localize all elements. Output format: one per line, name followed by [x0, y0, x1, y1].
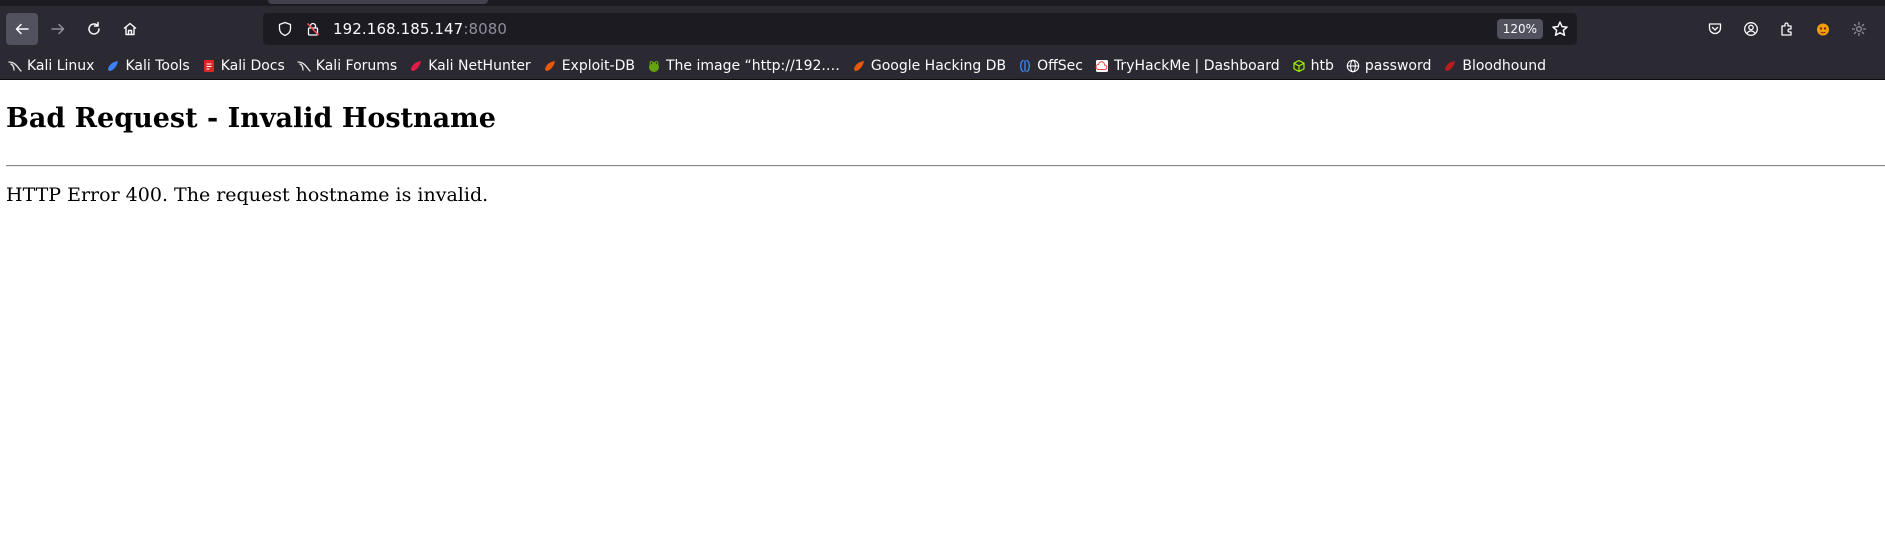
fox-icon	[1817, 23, 1829, 36]
exploit-db-icon	[852, 59, 866, 73]
page-content: Bad Request - Invalid Hostname HTTP Erro…	[0, 102, 1885, 206]
back-button[interactable]	[6, 13, 38, 45]
toolbar-right	[1695, 13, 1875, 45]
nethunter-icon	[409, 59, 423, 73]
divider	[6, 165, 1885, 167]
bookmark-label: Kali Docs	[220, 57, 285, 74]
bookmark-item[interactable]: The image “http://192.…	[647, 58, 840, 74]
url-text[interactable]: 192.168.185.147:8080	[333, 20, 507, 38]
forward-button[interactable]	[42, 13, 74, 45]
home-icon	[123, 22, 137, 36]
navigation-toolbar: 192.168.185.147:8080 120%	[0, 6, 1885, 52]
bookmark-label: OffSec	[1037, 57, 1083, 74]
bookmark-label: Kali Forums	[315, 57, 398, 74]
bookmark-label: TryHackMe | Dashboard	[1113, 57, 1280, 74]
bookmark-item[interactable]: Kali Docs	[202, 58, 285, 74]
reload-button[interactable]	[78, 13, 110, 45]
browser-chrome: 192.168.185.147:8080 120% Kali Linux Kal…	[0, 0, 1885, 80]
globe-icon	[1346, 59, 1360, 73]
fox-extension-button[interactable]	[1807, 13, 1839, 45]
bookmark-item[interactable]: Exploit-DB	[543, 58, 635, 74]
kali-docs-icon	[202, 59, 216, 73]
bookmark-label: htb	[1310, 57, 1334, 74]
bookmark-item[interactable]: TryHackMe | Dashboard	[1095, 58, 1280, 74]
forward-arrow-icon	[51, 23, 65, 35]
kali-dragon-icon	[8, 59, 22, 73]
offsec-icon	[1018, 59, 1032, 73]
bookmark-label: Kali Linux	[27, 57, 95, 74]
pocket-button[interactable]	[1699, 13, 1731, 45]
kali-dragon-icon	[297, 59, 311, 73]
bookmark-label: password	[1364, 57, 1432, 74]
bookmark-item[interactable]: Kali NetHunter	[409, 57, 531, 74]
zoom-level-badge[interactable]: 120%	[1496, 19, 1543, 39]
bookmark-item[interactable]: Kali Tools	[106, 57, 190, 74]
settings-icon	[1851, 21, 1867, 37]
bookmark-item[interactable]: Kali Forums	[297, 58, 397, 74]
reload-icon	[88, 21, 100, 35]
bookmark-label: Bloodhound	[1462, 57, 1546, 74]
active-tab[interactable]	[268, 0, 488, 4]
bookmark-label: The image “http://192.…	[665, 57, 840, 74]
htb-cube-icon	[1292, 59, 1306, 73]
bookmark-label: Google Hacking DB	[870, 57, 1007, 74]
error-heading: Bad Request - Invalid Hostname	[6, 103, 496, 134]
url-bar[interactable]: 192.168.185.147:8080 120%	[263, 13, 1577, 45]
settings-button[interactable]	[1843, 13, 1875, 45]
lock-strike-icon[interactable]	[305, 21, 321, 37]
bookmark-label: Kali NetHunter	[428, 57, 531, 74]
bookmark-item[interactable]: htb	[1292, 58, 1334, 74]
frog-icon	[647, 59, 661, 73]
bookmark-item[interactable]: OffSec	[1018, 58, 1083, 74]
bookmark-item[interactable]: Bloodhound	[1443, 58, 1546, 74]
bookmark-star-icon[interactable]	[1551, 20, 1569, 38]
bookmark-item[interactable]: Kali Linux	[8, 58, 94, 74]
shield-icon[interactable]	[277, 21, 293, 37]
exploit-db-icon	[543, 59, 557, 73]
kali-tools-icon	[106, 59, 120, 73]
bookmarks-toolbar: Kali Linux Kali Tools Kali Docs Kali Forums…	[0, 52, 1885, 80]
account-icon	[1744, 22, 1758, 36]
tryhackme-icon	[1095, 59, 1109, 73]
error-message: HTTP Error 400. The request hostname is …	[6, 184, 489, 206]
home-button[interactable]	[114, 13, 146, 45]
extensions-icon	[1781, 22, 1792, 36]
extensions-button[interactable]	[1771, 13, 1803, 45]
bookmark-item[interactable]: Google Hacking DB	[852, 58, 1006, 74]
back-arrow-icon	[15, 23, 29, 35]
pocket-icon	[1708, 23, 1722, 35]
bloodhound-icon	[1443, 59, 1457, 73]
bookmark-item[interactable]: password	[1346, 58, 1431, 74]
url-host: 192.168.185.147	[333, 20, 464, 38]
account-button[interactable]	[1735, 13, 1767, 45]
bookmark-label: Kali Tools	[125, 57, 190, 74]
url-port: :8080	[463, 20, 508, 38]
bookmark-label: Exploit-DB	[561, 57, 635, 74]
